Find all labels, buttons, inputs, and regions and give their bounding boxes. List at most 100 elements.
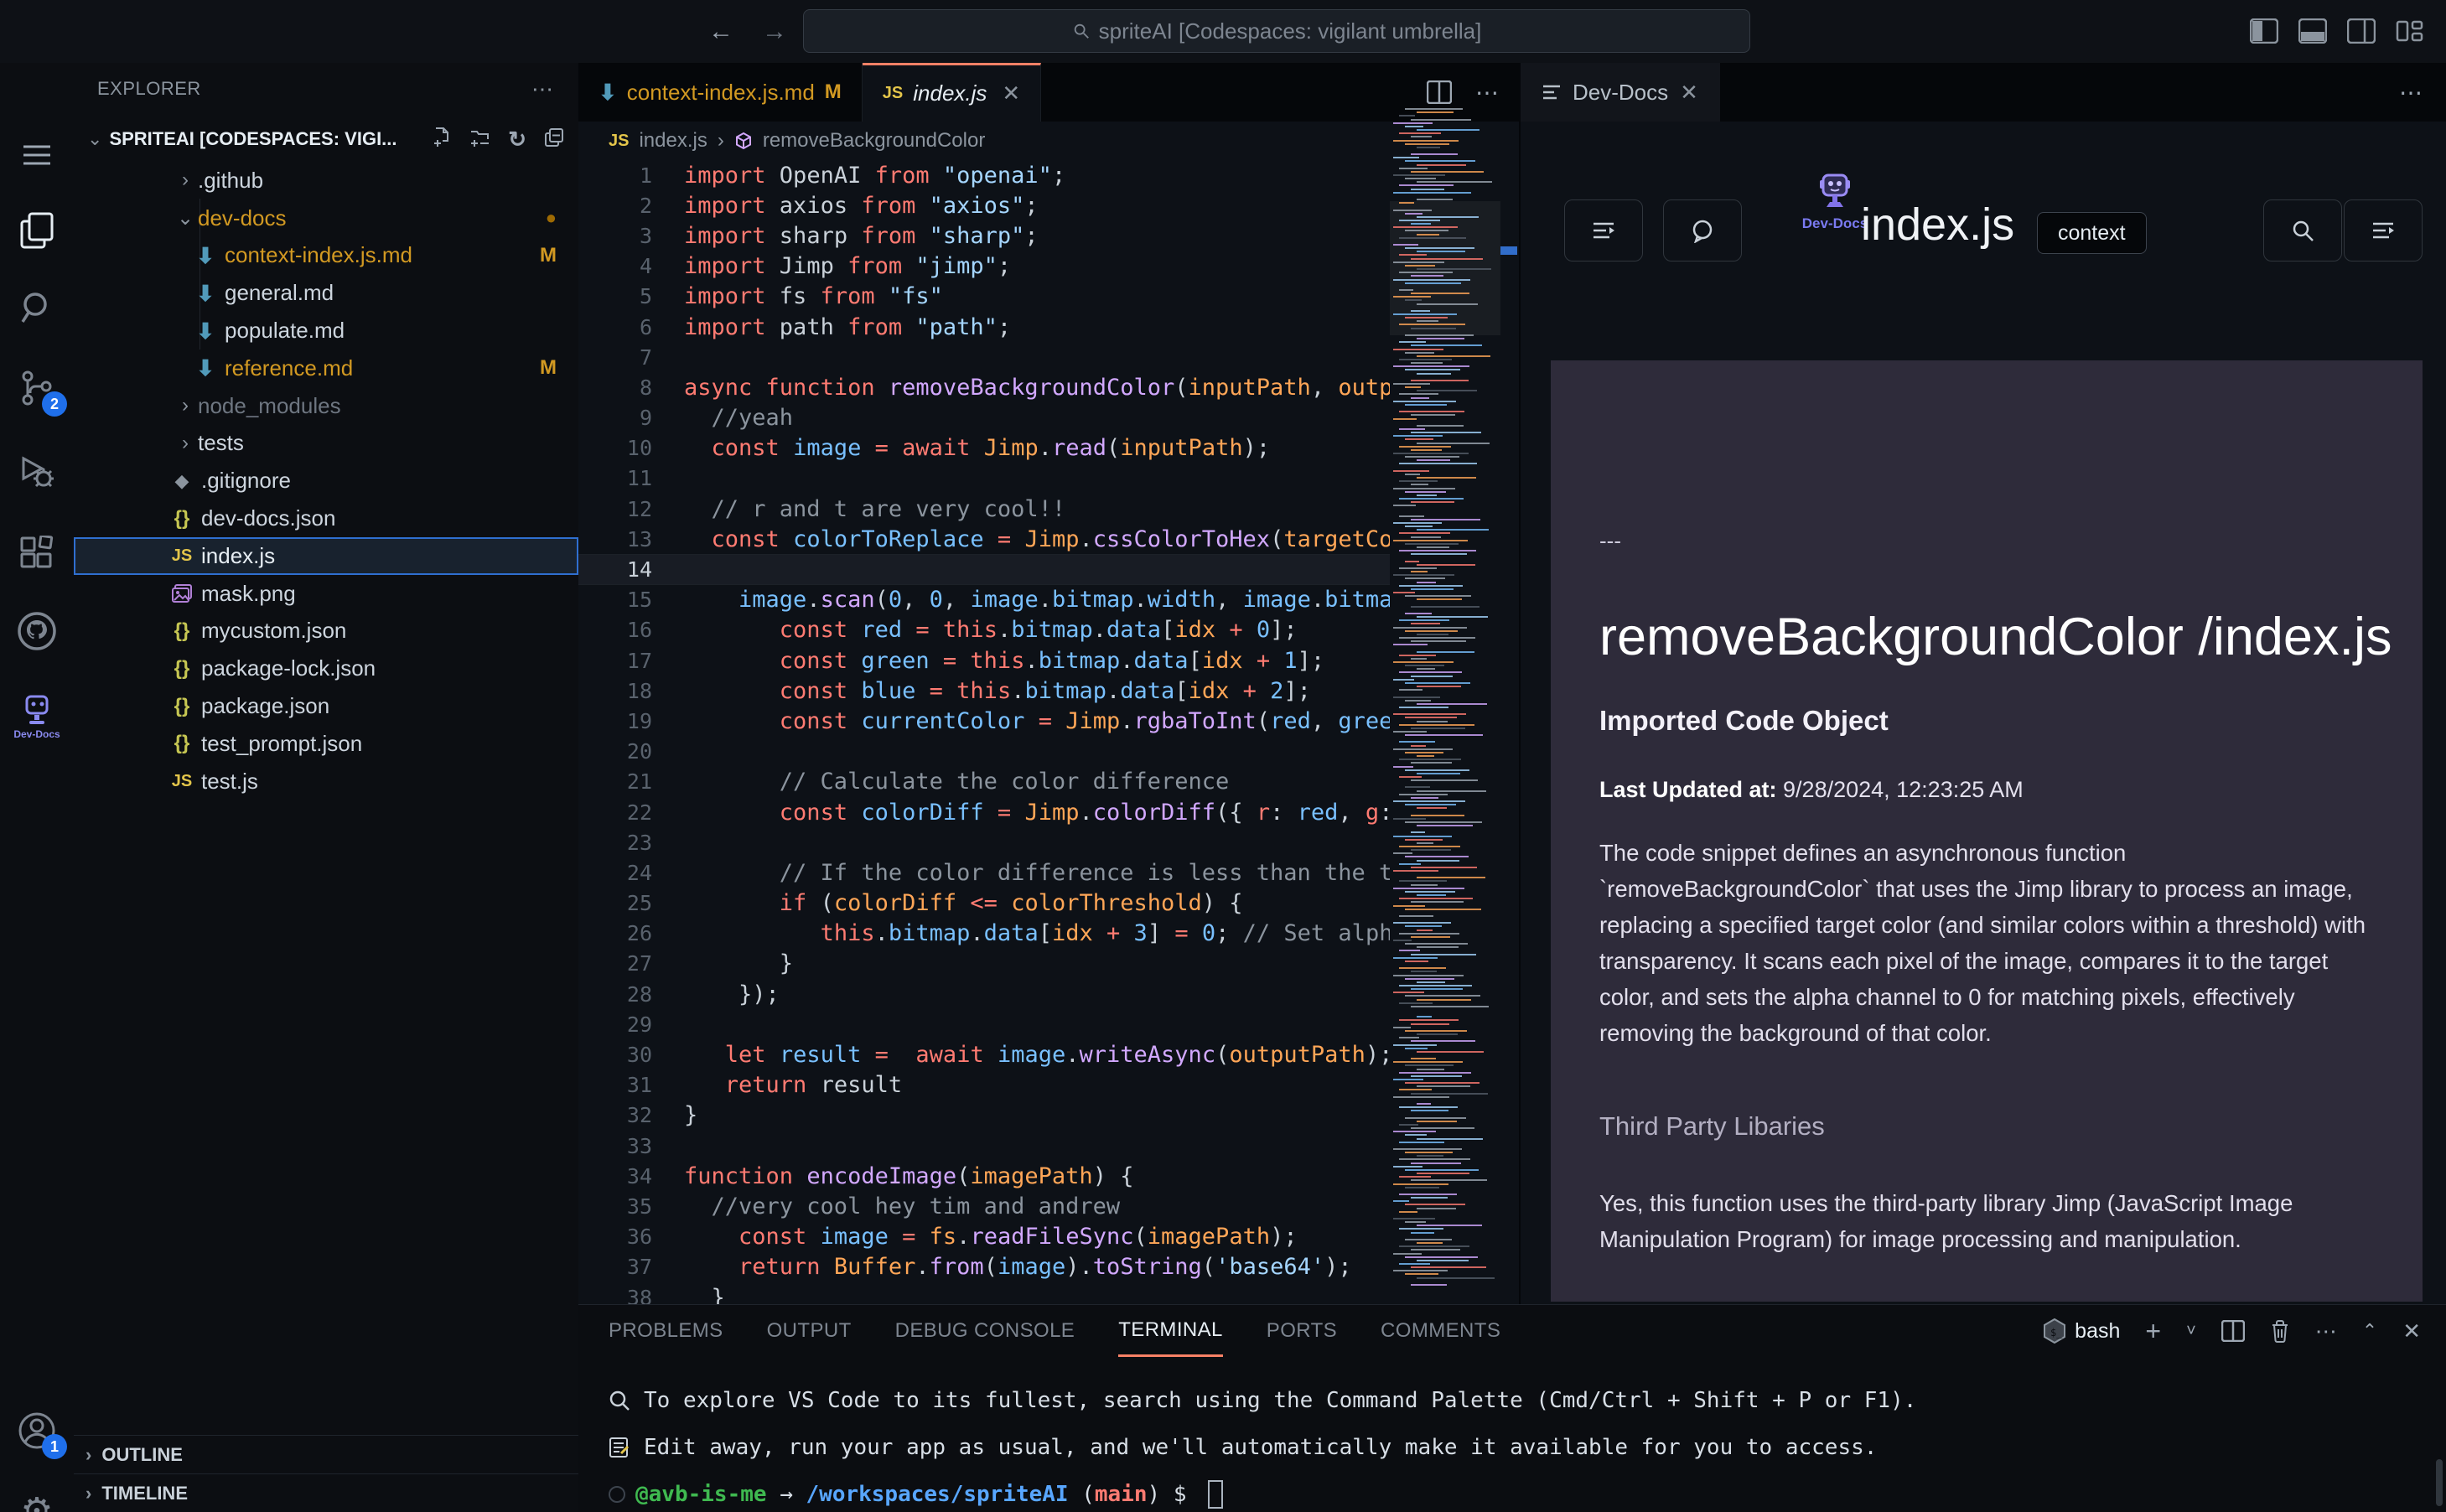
maximize-panel-icon[interactable]: ⌃ — [2362, 1320, 2377, 1342]
minimap[interactable] — [1390, 105, 1500, 1304]
outline-list-button[interactable] — [1564, 199, 1643, 261]
explorer-more-icon[interactable]: ⋯ — [531, 76, 555, 102]
minimap-line — [1417, 320, 1438, 322]
panel-tab-problems[interactable]: PROBLEMS — [609, 1305, 723, 1357]
kill-terminal-icon[interactable] — [2270, 1319, 2290, 1343]
minimap-line — [1393, 313, 1457, 315]
terminal-scrollbar[interactable] — [2436, 1459, 2443, 1506]
chevron-right-icon: › — [86, 1444, 91, 1466]
search-view-icon[interactable] — [0, 274, 74, 341]
toggle-panel-icon[interactable] — [2295, 14, 2330, 48]
line-number: 14 — [578, 557, 652, 582]
minimap-line — [1405, 143, 1449, 145]
devdocs-menu-button[interactable] — [2344, 199, 2423, 261]
minimap-line — [1399, 967, 1446, 969]
minimap-line — [1405, 1048, 1428, 1049]
minimap-line — [1417, 181, 1492, 183]
tree-item-dev-docs[interactable]: ⌄dev-docs● — [74, 199, 578, 237]
toggle-sidebar-icon[interactable] — [2246, 14, 2282, 48]
toggle-secondary-sidebar-icon[interactable] — [2344, 14, 2379, 48]
new-terminal-icon[interactable]: + — [2145, 1316, 2161, 1347]
tree-item-package.json[interactable]: {}package.json — [74, 687, 578, 725]
panel-tab-terminal[interactable]: TERMINAL — [1118, 1305, 1223, 1357]
project-root-row[interactable]: ⌄ SPRITEAI [CODESPACES: VIGI... ↻ — [74, 118, 578, 160]
chat-button[interactable] — [1663, 199, 1742, 261]
tab-context-index[interactable]: ⬇ context-index.js.md M — [578, 63, 863, 122]
tree-item-reference.md[interactable]: ⬇reference.mdM — [74, 350, 578, 387]
devdocs-document[interactable]: --- removeBackgroundColor /index.js Impo… — [1551, 360, 2423, 1302]
extensions-icon[interactable] — [0, 520, 74, 587]
forward-icon[interactable]: → — [762, 18, 787, 46]
tree-item-tests[interactable]: ›tests — [74, 425, 578, 463]
menu-icon[interactable] — [0, 122, 74, 189]
panel-tab-output[interactable]: OUTPUT — [767, 1305, 852, 1357]
devdocs-more-icon[interactable]: ⋯ — [2399, 79, 2446, 106]
tree-item-populate.md[interactable]: ⬇populate.md — [74, 312, 578, 350]
code-editor[interactable]: 1import OpenAI from "openai";2import axi… — [578, 160, 1390, 1304]
minimap-line — [1411, 676, 1453, 677]
minimap-line — [1417, 129, 1480, 131]
overview-ruler[interactable] — [1500, 105, 1517, 1304]
devdocs-view-icon[interactable]: Dev-Docs — [0, 676, 74, 757]
tab-devdocs[interactable]: Dev-Docs ✕ — [1521, 63, 1720, 122]
back-icon[interactable]: ← — [708, 18, 733, 46]
code-line: 30 let result = await image.writeAsync(o… — [578, 1039, 1390, 1069]
panel-tab-ports[interactable]: PORTS — [1267, 1305, 1337, 1357]
account-icon[interactable]: 1 — [0, 1397, 74, 1464]
close-tab-icon[interactable]: ✕ — [1680, 80, 1698, 106]
panel-tab-comments[interactable]: COMMENTS — [1381, 1305, 1500, 1357]
split-editor-icon[interactable] — [1427, 80, 1452, 104]
customize-layout-icon[interactable] — [2392, 14, 2428, 48]
terminal[interactable]: To explore VS Code to its fullest, searc… — [609, 1377, 1916, 1512]
line-number: 36 — [578, 1225, 652, 1249]
new-file-icon[interactable] — [431, 127, 453, 148]
tree-item-test.js[interactable]: JStest.js — [74, 763, 578, 800]
tree-item-mask.png[interactable]: mask.png — [74, 575, 578, 613]
new-folder-icon[interactable] — [469, 127, 491, 148]
outline-section[interactable]: › OUTLINE — [74, 1435, 578, 1473]
terminal-dropdown-icon[interactable]: ˅ — [2186, 1322, 2196, 1341]
refresh-icon[interactable]: ↻ — [508, 127, 526, 153]
tree-item-general.md[interactable]: ⬇general.md — [74, 274, 578, 312]
shell-selector[interactable]: $_ bash — [2043, 1318, 2120, 1344]
line-number: 37 — [578, 1255, 652, 1279]
tree-item-package-lock.json[interactable]: {}package-lock.json — [74, 650, 578, 687]
tree-item-test_prompt.json[interactable]: {}test_prompt.json — [74, 725, 578, 763]
panel-more-icon[interactable]: ⋯ — [2315, 1318, 2337, 1344]
tree-item-node_modules[interactable]: ›node_modules — [74, 387, 578, 425]
run-debug-icon[interactable] — [0, 438, 74, 505]
breadcrumb[interactable]: JS index.js › removeBackgroundColor — [578, 122, 1519, 160]
timeline-section[interactable]: › TIMELINE — [74, 1473, 578, 1512]
close-panel-icon[interactable]: ✕ — [2402, 1318, 2421, 1344]
minimap-line — [1417, 268, 1491, 270]
minimap-line — [1393, 470, 1429, 472]
breadcrumb-file[interactable]: index.js — [639, 129, 707, 153]
tab-index-js[interactable]: JS index.js ✕ — [863, 63, 1041, 122]
doc-subheading: Imported Code Object — [1599, 705, 2382, 737]
tree-item-.gitignore[interactable]: ◆.gitignore — [74, 462, 578, 500]
search-icon — [1072, 22, 1091, 40]
devdocs-search-button[interactable] — [2263, 199, 2342, 261]
context-badge[interactable]: context — [2037, 212, 2147, 254]
minimap-line — [1393, 210, 1432, 211]
panel-tab-debug-console[interactable]: DEBUG CONSOLE — [895, 1305, 1075, 1357]
source-control-icon[interactable]: 2 — [0, 355, 74, 422]
minimap-line — [1393, 818, 1426, 820]
close-tab-icon[interactable]: ✕ — [1002, 80, 1020, 106]
tree-item-.github[interactable]: ›.github — [74, 162, 578, 199]
breadcrumb-symbol[interactable]: removeBackgroundColor — [763, 129, 985, 153]
tree-item-mycustom.json[interactable]: {}mycustom.json — [74, 613, 578, 650]
settings-gear-icon[interactable]: ⚙ — [0, 1478, 74, 1512]
minimap-line — [1417, 616, 1488, 618]
tree-item-context-index.js.md[interactable]: ⬇context-index.js.mdM — [74, 237, 578, 275]
split-terminal-icon[interactable] — [2221, 1320, 2245, 1342]
github-icon[interactable] — [0, 598, 74, 665]
command-center-search[interactable]: spriteAI [Codespaces: vigilant umbrella] — [803, 9, 1750, 53]
explorer-icon[interactable] — [0, 197, 74, 264]
minimap-line — [1417, 582, 1436, 583]
tree-item-index.js[interactable]: JSindex.js — [74, 537, 578, 575]
collapse-all-icon[interactable] — [543, 127, 565, 148]
memo-icon — [609, 1437, 630, 1458]
tree-item-dev-docs.json[interactable]: {}dev-docs.json — [74, 500, 578, 537]
editor-more-icon[interactable]: ⋯ — [1475, 79, 1499, 106]
